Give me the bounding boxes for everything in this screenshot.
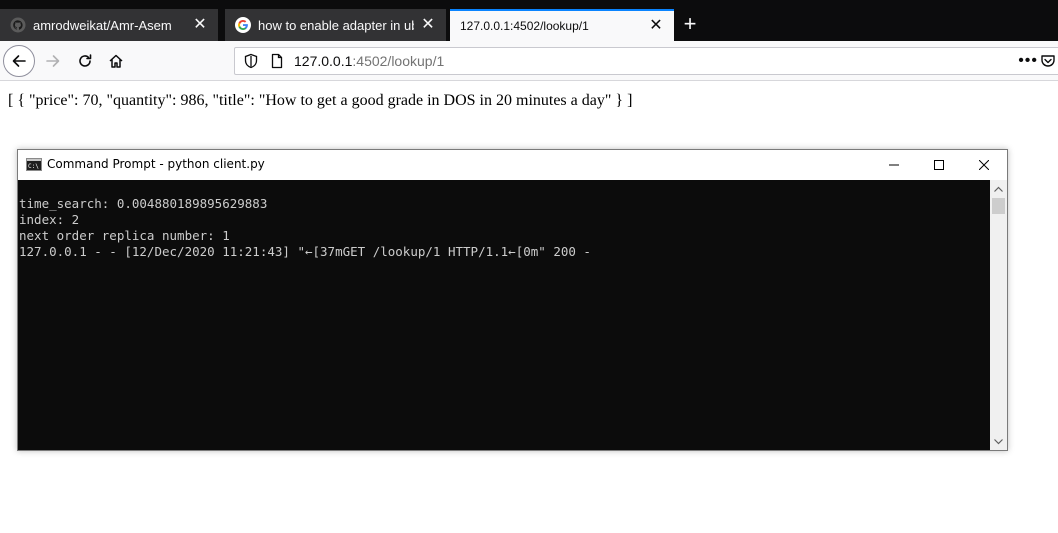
url-path: :4502/lookup/1 [352,53,445,69]
google-icon [235,17,251,33]
page-actions-menu[interactable]: ••• [1018,52,1038,70]
close-icon [978,160,989,170]
svg-text:C:\: C:\ [28,163,39,170]
minimize-button[interactable] [871,150,916,180]
back-button[interactable] [3,45,35,77]
tab-lookup-active[interactable]: 127.0.0.1:4502/lookup/1 ✕ [450,9,674,41]
cmd-titlebar[interactable]: C:\ Command Prompt - python client.py [18,150,1007,180]
maximize-button[interactable] [916,150,961,180]
new-tab-button[interactable]: + [677,13,703,37]
tracking-shield-icon[interactable] [243,53,259,69]
forward-arrow-icon [46,55,60,67]
back-arrow-icon [12,55,26,67]
scrollbar-thumb[interactable] [992,198,1005,214]
github-icon [10,17,26,33]
close-button[interactable] [961,150,1006,180]
maximize-icon [933,160,944,170]
tab-title: 127.0.0.1:4502/lookup/1 [460,19,589,33]
json-response-text: [ { "price": 70, "quantity": 986, "title… [8,92,633,109]
home-icon [109,54,123,68]
console-line: next order replica number: 1 [19,228,230,243]
tab-google-search[interactable]: how to enable adapter in ubun ✕ [225,9,446,41]
cmd-window-title: Command Prompt - python client.py [47,157,265,171]
reload-icon [79,54,92,67]
close-tab-icon[interactable]: ✕ [648,18,664,34]
chevron-up-icon [994,186,1003,192]
chevron-down-icon [994,438,1003,444]
console-line: time_search: 0.004880189895629883 [19,196,268,211]
tab-github[interactable]: amrodweikat/Amr-Asem ✕ [0,9,218,41]
forward-button[interactable] [37,45,69,77]
tab-strip: amrodweikat/Amr-Asem ✕ how to enable ada… [0,0,1058,41]
command-prompt-window: C:\ Command Prompt - python client.py ti… [17,149,1008,451]
minimize-icon [888,164,899,166]
close-tab-icon[interactable]: ✕ [420,17,436,33]
page-info-icon[interactable] [269,53,285,69]
console-line: 127.0.0.1 - - [12/Dec/2020 11:21:43] "←[… [19,244,591,259]
tab-title: amrodweikat/Amr-Asem [33,17,172,33]
console-line: index: 2 [19,212,80,227]
cmd-icon[interactable]: C:\ [26,158,42,171]
console-output[interactable]: time_search: 0.004880189895629883 index:… [18,180,990,450]
navigation-bar: 127.0.0.1:4502/lookup/1 ••• [0,41,1058,81]
url-text[interactable]: 127.0.0.1:4502/lookup/1 [294,53,444,69]
close-tab-icon[interactable]: ✕ [192,17,208,33]
vertical-scrollbar[interactable] [990,180,1007,450]
scroll-down-button[interactable] [990,433,1007,450]
pocket-icon[interactable] [1040,53,1056,69]
home-button[interactable] [100,45,132,77]
url-bar[interactable]: 127.0.0.1:4502/lookup/1 [234,47,1058,75]
tab-title: how to enable adapter in ubun [258,17,414,33]
url-host: 127.0.0.1 [294,53,353,69]
scroll-up-button[interactable] [990,180,1007,197]
reload-button[interactable] [69,45,101,77]
